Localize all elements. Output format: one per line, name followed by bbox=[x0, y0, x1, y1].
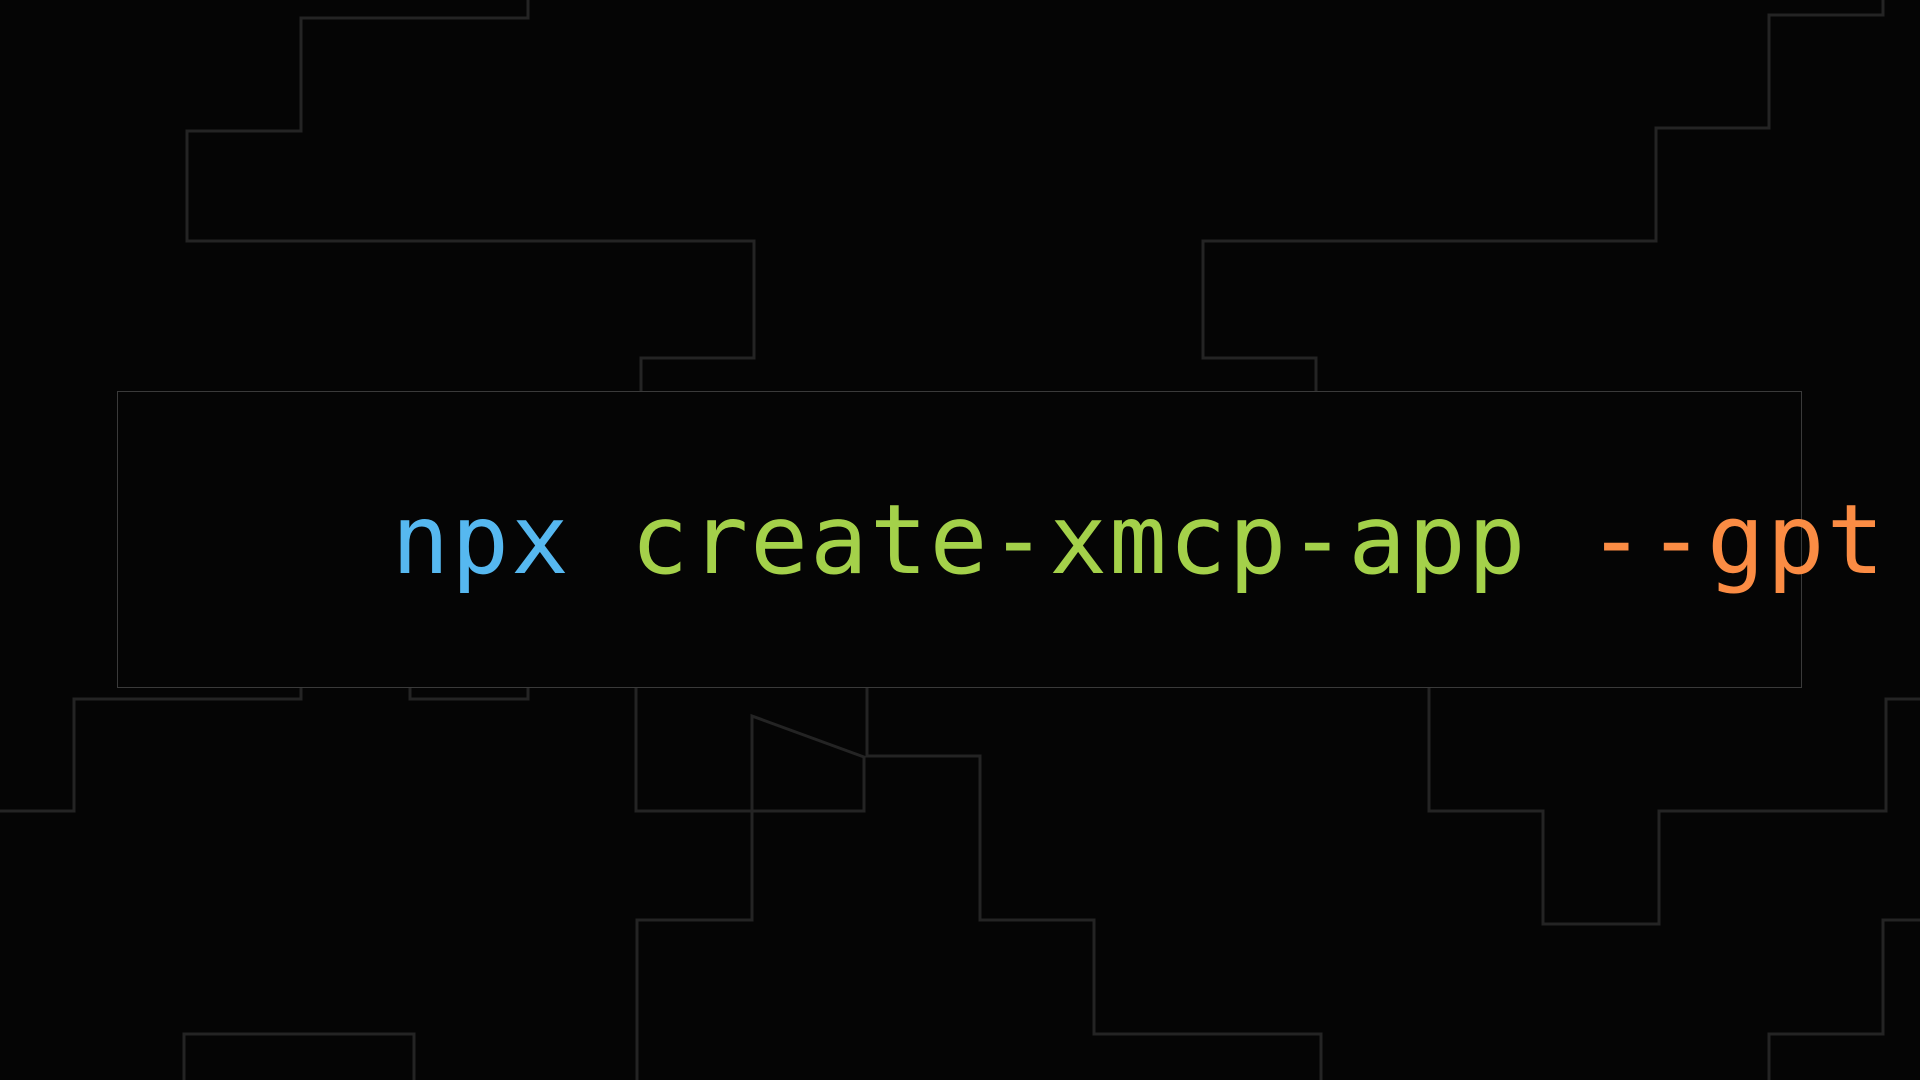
terminal-banner: npx create-xmcp-app --gpt bbox=[0, 0, 1920, 1080]
command-token-package: create-xmcp-app bbox=[630, 483, 1528, 596]
command-box: npx create-xmcp-app --gpt bbox=[117, 391, 1884, 688]
command-token-npx: npx bbox=[391, 483, 571, 596]
command-line: npx create-xmcp-app --gpt bbox=[33, 396, 1887, 684]
command-token-space bbox=[1528, 484, 1588, 596]
command-token-flag: --gpt bbox=[1587, 483, 1887, 596]
command-token-space bbox=[571, 484, 631, 596]
